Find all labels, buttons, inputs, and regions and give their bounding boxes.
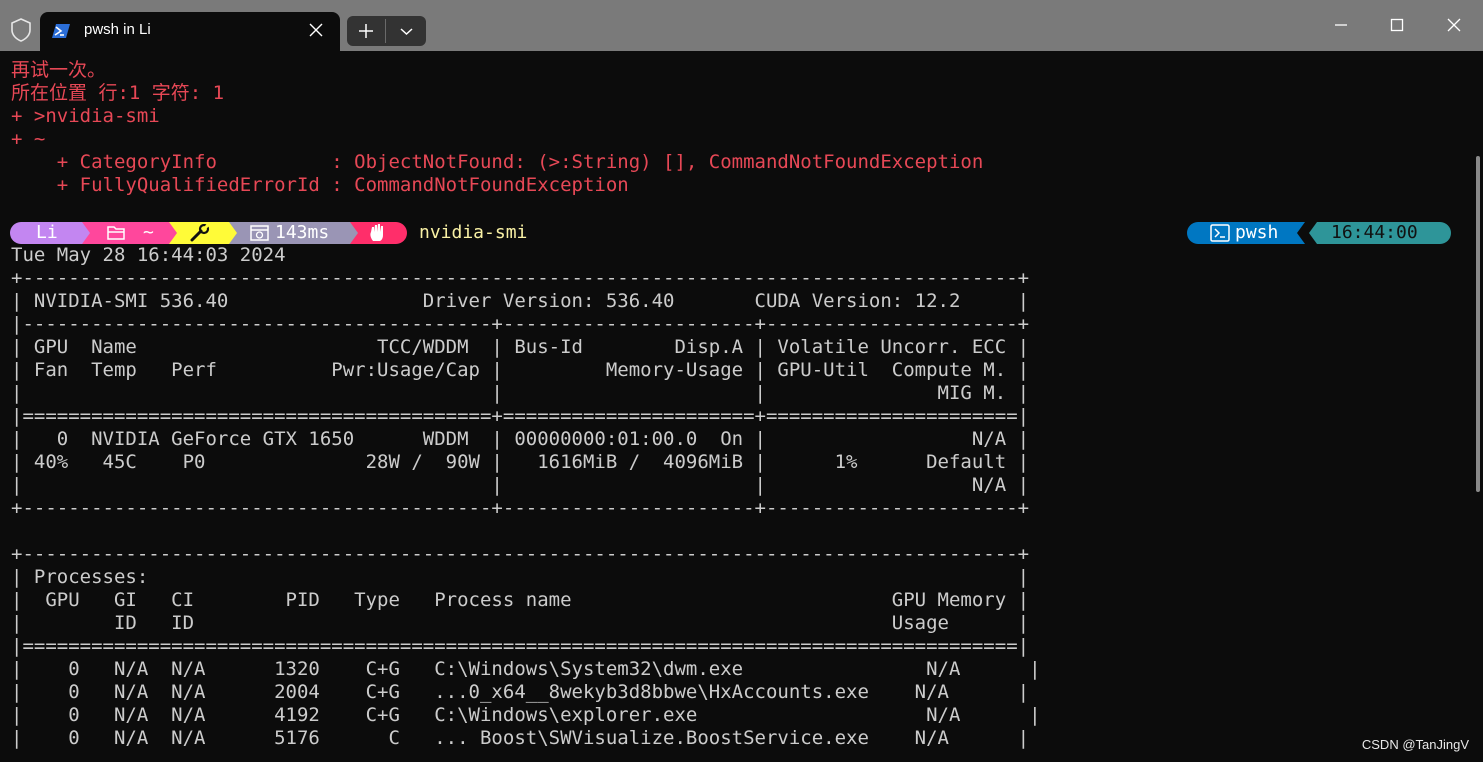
prompt-clock: 16:44:00	[1331, 222, 1418, 243]
error-line: + >nvidia-smi	[11, 105, 160, 127]
hand-icon	[370, 224, 383, 241]
output-line: +---------------------------------------…	[11, 267, 1030, 289]
scrollbar-thumb[interactable]	[1476, 156, 1480, 492]
prompt-shell: pwsh	[1235, 222, 1279, 243]
output-line: | 0 N/A N/A 2004 C+G ...0_x64__8wekyb3d8…	[11, 681, 1030, 703]
output-line: | | | N/A |	[11, 474, 1030, 496]
output-line: +---------------------------------------…	[11, 543, 1030, 565]
output-line: | | | MIG M. |	[11, 382, 1030, 404]
error-line: 所在位置 行:1 字符: 1	[11, 82, 225, 104]
error-line: + ~	[11, 128, 46, 150]
prompt-command: nvidia-smi	[419, 222, 528, 243]
prompt-path: ~	[143, 222, 154, 243]
output-line: |---------------------------------------…	[11, 313, 1030, 335]
output-line: | Fan Temp Perf Pwr:Usage/Cap | Memory-U…	[11, 359, 1030, 381]
terminal-prompt-icon	[1210, 224, 1230, 242]
title-bar: pwsh in Li	[0, 0, 1483, 51]
powershell-icon	[52, 24, 70, 38]
output-line: Tue May 28 16:44:03 2024	[11, 244, 286, 266]
close-tab-icon[interactable]	[308, 22, 324, 38]
wrench-icon	[190, 224, 210, 242]
folder-icon	[107, 226, 125, 240]
maximize-button[interactable]	[1382, 10, 1412, 40]
output-line: +---------------------------------------…	[11, 497, 1030, 519]
tab-pwsh[interactable]: pwsh in Li	[40, 12, 340, 51]
error-line: + FullyQualifiedErrorId : CommandNotFoun…	[11, 174, 629, 196]
output-line: | Processes: |	[11, 566, 1030, 588]
prompt-exec-time: 143ms	[275, 222, 330, 243]
prompt-user: Li	[36, 222, 58, 243]
output-line: | 0 N/A N/A 1320 C+G C:\Windows\System32…	[11, 658, 1041, 680]
output-line: | 0 N/A N/A 5176 C ... Boost\SWVisualize…	[11, 727, 1030, 749]
output-line: | ID ID Usage |	[11, 612, 1030, 634]
minimize-button[interactable]	[1326, 10, 1356, 40]
shield-icon	[11, 18, 31, 42]
close-window-button[interactable]	[1439, 10, 1469, 40]
output-line: | 40% 45C P0 28W / 90W | 1616MiB / 4096M…	[11, 451, 1030, 473]
error-line: + CategoryInfo : ObjectNotFound: (>:Stri…	[11, 151, 984, 173]
new-tab-group	[347, 16, 426, 46]
stopwatch-icon	[250, 225, 269, 241]
output-line: | GPU GI CI PID Type Process name GPU Me…	[11, 589, 1030, 611]
prompt-segments-bg	[10, 222, 407, 244]
output-line: | 0 NVIDIA GeForce GTX 1650 WDDM | 00000…	[11, 428, 1030, 450]
tab-title: pwsh in Li	[84, 21, 151, 38]
output-line: | NVIDIA-SMI 536.40 Driver Version: 536.…	[11, 290, 1030, 312]
new-tab-separator	[385, 19, 386, 43]
output-line: | GPU Name TCC/WDDM | Bus-Id Disp.A | Vo…	[11, 336, 1030, 358]
new-tab-button[interactable]	[347, 16, 385, 46]
output-line: | 0 N/A N/A 4192 C+G C:\Windows\explorer…	[11, 704, 1041, 726]
output-line: |=======================================…	[11, 405, 1030, 427]
chevron-down-icon[interactable]	[387, 16, 426, 46]
watermark: CSDN @TanJingV	[1361, 737, 1469, 752]
error-line: 再试一次。	[11, 59, 107, 81]
output-line: |=======================================…	[11, 635, 1030, 657]
